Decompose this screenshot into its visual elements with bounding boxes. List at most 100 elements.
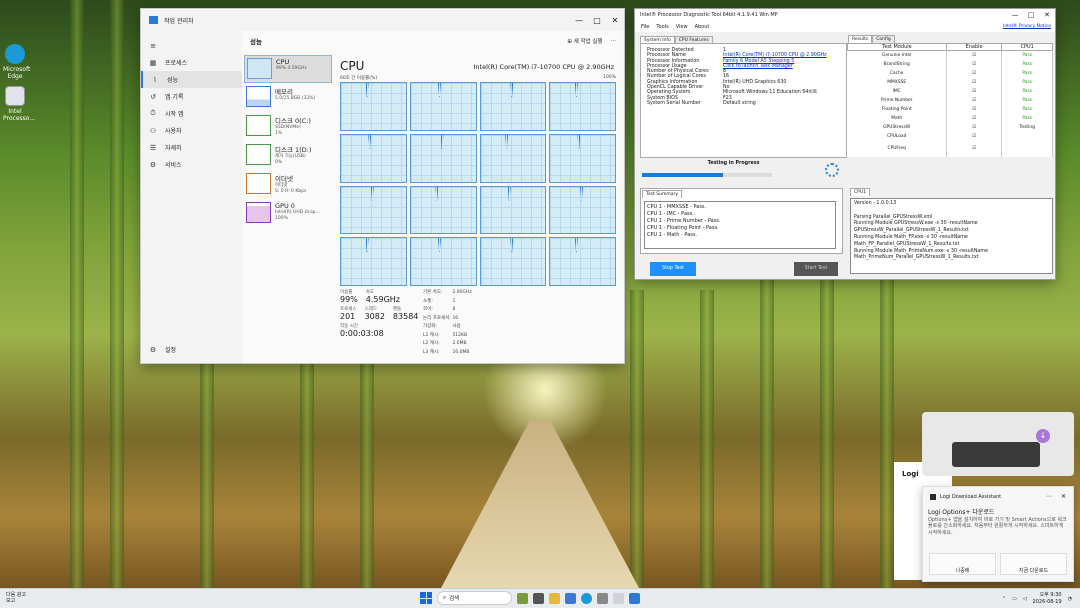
menu-view[interactable]: View xyxy=(676,24,688,30)
settings-icon[interactable] xyxy=(597,592,608,604)
clock[interactable]: 오후 9:30 2026-08-19 xyxy=(1033,592,1062,605)
task-manager-icon[interactable] xyxy=(629,592,640,604)
result-cell: Pass xyxy=(1001,59,1053,69)
spinner-icon xyxy=(825,163,839,177)
spec-value: 16 xyxy=(452,315,459,321)
enable-checkbox[interactable]: ☑ xyxy=(946,131,1003,141)
volume-icon[interactable]: ◁ xyxy=(1023,596,1027,602)
edge-icon[interactable] xyxy=(581,592,592,604)
desktop-icon-edge[interactable]: Microsoft Edge xyxy=(3,44,30,80)
task-view-icon[interactable] xyxy=(533,592,544,604)
later-button[interactable]: 나중에 xyxy=(929,553,996,575)
start-test-button[interactable]: Start Test xyxy=(794,262,838,276)
sidebar-item-performance[interactable]: ⌇ 성능 xyxy=(141,71,242,88)
info-value[interactable]: Click to launch Task Manager xyxy=(723,64,793,69)
chevron-up-icon[interactable]: ⌃ xyxy=(1002,596,1006,602)
logi-product-image: ↓ xyxy=(922,412,1074,476)
enable-checkbox[interactable]: ☑ xyxy=(946,140,1003,157)
logical-processor-graph xyxy=(409,133,477,183)
privacy-notice-link[interactable]: Intel® Privacy Notice xyxy=(1003,24,1051,29)
memory-thumbnail xyxy=(246,86,271,107)
store-icon[interactable] xyxy=(565,592,576,604)
utilization-dip xyxy=(370,186,374,201)
tab-test-summary[interactable]: Test Summary xyxy=(642,190,683,198)
grid-icon: ▦ xyxy=(149,58,157,67)
stop-test-button[interactable]: Stop Test xyxy=(650,262,696,276)
menu-tools[interactable]: Tools xyxy=(656,24,668,30)
sidebar-item-settings[interactable]: ⚙ 설정 xyxy=(141,341,242,358)
sidebar-item-app-history[interactable]: ↺ 앱 기록 xyxy=(141,88,242,105)
hamburger-menu-button[interactable]: ≡ xyxy=(141,37,242,54)
enable-checkbox[interactable]: ☑ xyxy=(946,77,1003,87)
notification-bell-icon[interactable]: ◔ xyxy=(1068,596,1072,602)
menu-about[interactable]: About xyxy=(695,24,710,30)
summary-log[interactable]: CPU 1 - MMXSSE - Pass. CPU 1 - IMC - Pass… xyxy=(644,201,836,249)
resource-cpu[interactable]: CPU 99% 4.59GHz xyxy=(244,55,332,83)
minimize-button[interactable]: — xyxy=(1007,11,1023,19)
enable-checkbox[interactable]: ☑ xyxy=(946,104,1003,114)
resource-disk-0[interactable]: 디스크 0(C:) SSD(NVMe) 1% xyxy=(244,113,332,141)
enable-checkbox[interactable]: ☑ xyxy=(946,59,1003,69)
resource-ethernet[interactable]: 이더넷 이더넷 S: 0 R: 0 Kbps xyxy=(244,171,332,199)
tab-config[interactable]: Config xyxy=(872,35,895,43)
maximize-button[interactable]: □ xyxy=(588,16,606,25)
sidebar-item-services[interactable]: ⚙ 서비스 xyxy=(141,156,242,173)
utilization-dip xyxy=(505,134,509,149)
disk-0-thumbnail xyxy=(246,115,271,136)
enable-checkbox[interactable]: ☑ xyxy=(946,122,1003,132)
sidebar-item-processes[interactable]: ▦ 프로세스 xyxy=(141,54,242,71)
status-label: Testing in Progress xyxy=(707,161,760,166)
result-cell: Pass xyxy=(1001,50,1053,60)
tab-cpu1[interactable]: CPU1 xyxy=(850,188,871,196)
more-options-button[interactable]: ⋯ xyxy=(1046,493,1052,500)
graph-label: 60초 간 이용률(%) xyxy=(340,76,378,81)
more-options-button[interactable]: ⋯ xyxy=(611,38,617,44)
widgets-icon[interactable] xyxy=(517,592,528,604)
history-icon: ↺ xyxy=(150,92,156,101)
start-button[interactable] xyxy=(420,592,432,604)
enable-checkbox[interactable]: ☑ xyxy=(946,50,1003,60)
close-button[interactable]: ✕ xyxy=(1061,493,1066,500)
spec-key: 소켓: xyxy=(423,298,433,304)
resource-gpu-0[interactable]: GPU 0 Intel(R) UHD Grap... 100% xyxy=(244,200,332,228)
close-button[interactable]: ✕ xyxy=(1039,11,1055,19)
keyboard-image xyxy=(952,442,1040,467)
results-panel: Results Config Test Module Enable CPU1 G… xyxy=(847,35,1055,177)
utilization-dip xyxy=(440,134,444,149)
network-icon[interactable]: ▭ xyxy=(1012,596,1017,602)
run-new-task-button[interactable]: ⊞ 새 작업 실행 xyxy=(567,37,602,45)
cpu-stats: 이용률 99% 속도 4.59GHz 프로세스 201 스레드 3082 핸들 83584… xyxy=(340,289,600,355)
log-line: GPUStressW_Parallel_GPUStressW_1_Results… xyxy=(854,228,969,234)
title-bar[interactable]: Intel® Processor Diagnostic Tool 64bit 4… xyxy=(635,9,1055,21)
result-cell xyxy=(1001,140,1053,157)
table-row: Prime Number ☑ Pass xyxy=(847,95,1053,105)
maximize-button[interactable]: □ xyxy=(1023,11,1039,19)
resource-disk-1[interactable]: 디스크 1(D:) 제거 가능(USB) 0% xyxy=(244,142,332,170)
sidebar-item-startup-apps[interactable]: ⏱ 시작 앱 xyxy=(141,105,242,122)
intel-tool-icon[interactable] xyxy=(613,592,624,604)
enable-checkbox[interactable]: ☑ xyxy=(946,68,1003,78)
enable-checkbox[interactable]: ☑ xyxy=(946,86,1003,96)
cpu1-log[interactable]: Version - 1.0.0.13 Parsing Parallel_GPUSt… xyxy=(850,198,1053,274)
desktop-icon-intel[interactable]: Intel Processo... xyxy=(3,86,35,122)
title-bar[interactable]: 작업 관리자 — □ ✕ xyxy=(141,9,624,31)
tab-results[interactable]: Results xyxy=(848,35,873,43)
info-key: System Serial Number xyxy=(647,100,701,106)
search-box[interactable]: ⌕ 검색 xyxy=(437,591,512,605)
spec-value: 16.0MB xyxy=(452,349,470,355)
result-cell: Pass xyxy=(1001,86,1053,96)
logical-processor-graph xyxy=(549,185,616,235)
log-line: CPU 1 - Prime Number - Pass. xyxy=(647,218,721,224)
sidebar-item-users[interactable]: ⚇ 사용자 xyxy=(141,122,242,139)
minimize-button[interactable]: — xyxy=(570,16,588,25)
download-now-button[interactable]: 지금 다운로드 xyxy=(1000,553,1067,575)
close-button[interactable]: ✕ xyxy=(606,16,624,25)
menu-file[interactable]: File xyxy=(641,24,649,30)
module-cell: CPULoad xyxy=(847,131,947,141)
sidebar-item-details[interactable]: ☰ 자세히 xyxy=(141,139,242,156)
file-explorer-icon[interactable] xyxy=(549,592,560,604)
enable-checkbox[interactable]: ☑ xyxy=(946,95,1003,105)
enable-checkbox[interactable]: ☑ xyxy=(946,113,1003,123)
resource-memory[interactable]: 메모리 5.0/15.8GB (32%) xyxy=(244,84,332,112)
weather-widget[interactable]: 다음 광고 보고 xyxy=(6,592,26,604)
